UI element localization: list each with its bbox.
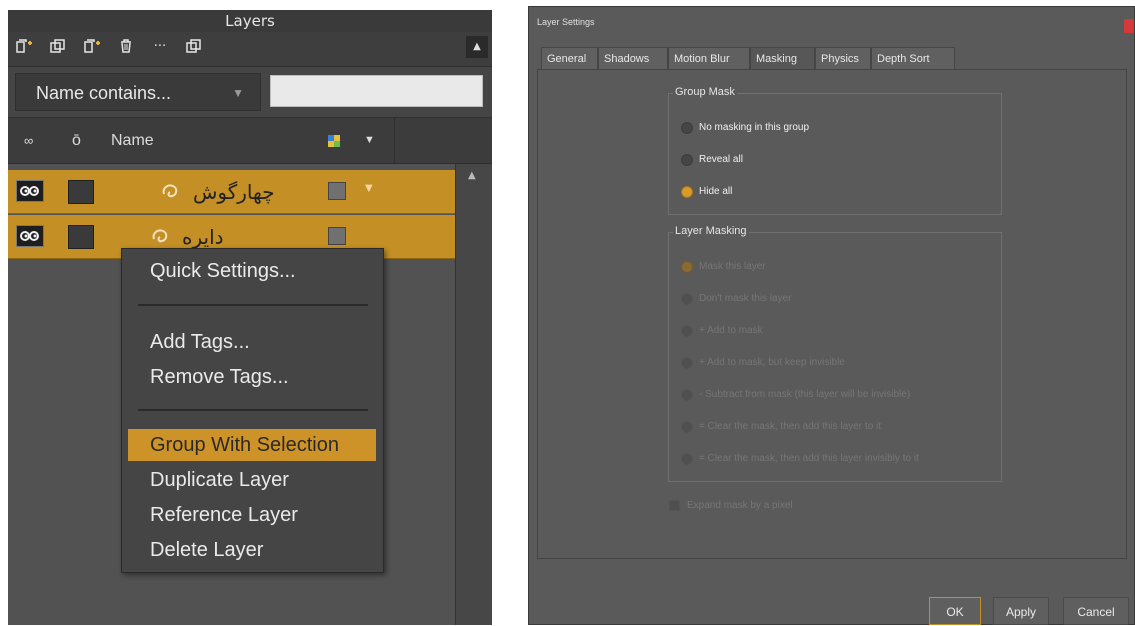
- radio-label: + Add to mask: [699, 325, 763, 336]
- chevron-down-icon: ▼: [232, 86, 244, 100]
- layer-masking-title: Layer Masking: [673, 225, 749, 237]
- chevron-down-icon[interactable]: ▼: [364, 118, 375, 163]
- radio-button[interactable]: [681, 154, 693, 166]
- scrollbar[interactable]: ▲: [455, 164, 492, 625]
- lock-toggle[interactable]: [68, 225, 94, 249]
- more-icon[interactable]: ···: [150, 37, 170, 57]
- radio-label: Reveal all: [699, 154, 743, 165]
- filter-dropdown[interactable]: Name contains... ▼: [15, 73, 261, 111]
- eye-icon[interactable]: [16, 180, 44, 202]
- filter-bar: Name contains... ▼: [8, 67, 492, 118]
- menu-item-group-with-selection[interactable]: Group With Selection: [128, 429, 376, 461]
- radio-button[interactable]: [681, 453, 693, 465]
- layer-color-swatch[interactable]: [328, 227, 346, 245]
- tab-general[interactable]: General: [541, 47, 598, 69]
- radio-label: - Subtract from mask (this layer will be…: [699, 389, 911, 400]
- group-mask-title: Group Mask: [673, 86, 737, 98]
- radio-label: No masking in this group: [699, 122, 810, 133]
- radio-button[interactable]: [681, 357, 693, 369]
- visibility-column-icon[interactable]: ∞: [24, 118, 33, 163]
- lock-toggle[interactable]: [68, 180, 94, 204]
- trash-icon[interactable]: [116, 37, 136, 57]
- expand-mask-label: Expand mask by a pixel: [687, 500, 793, 511]
- context-menu: Quick Settings... Add Tags... Remove Tag…: [121, 248, 384, 573]
- radio-button[interactable]: [681, 389, 693, 401]
- header-divider: [394, 118, 395, 163]
- tab-masking[interactable]: Masking: [750, 47, 815, 69]
- expand-mask-checkbox[interactable]: [669, 500, 680, 511]
- region-layer-icon: [150, 227, 170, 249]
- layer-list-header: ∞ ō Name ▼: [8, 118, 492, 164]
- radio-label: + Add to mask, but keep invisible: [699, 357, 845, 368]
- layer-settings-dialog: Layer Settings General Shadows Motion Bl…: [528, 6, 1135, 625]
- tab-shadows[interactable]: Shadows: [598, 47, 668, 69]
- radio-label: Mask this layer: [699, 261, 766, 272]
- menu-item-duplicate-layer[interactable]: Duplicate Layer: [128, 464, 376, 496]
- new-layer-plus-icon[interactable]: [82, 37, 102, 57]
- menu-separator: [138, 304, 368, 306]
- radio-button[interactable]: [681, 325, 693, 337]
- menu-item-add-tags[interactable]: Add Tags...: [128, 326, 376, 358]
- radio-label: Don't mask this layer: [699, 293, 792, 304]
- dialog-titlebar: Layer Settings: [529, 7, 1134, 39]
- new-layer-icon[interactable]: [14, 37, 34, 57]
- lock-column-icon[interactable]: ō: [72, 118, 81, 163]
- chevron-down-icon[interactable]: ▼: [365, 183, 373, 194]
- radio-button-selected[interactable]: [681, 261, 693, 273]
- close-icon[interactable]: [1124, 19, 1134, 33]
- apply-button[interactable]: Apply: [993, 597, 1049, 625]
- region-layer-icon: [160, 182, 180, 204]
- panel-title: Layers: [8, 10, 492, 32]
- group-mask-groupbox: Group Mask No masking in this group Reve…: [668, 86, 1002, 215]
- name-column-header[interactable]: Name: [111, 118, 154, 163]
- cancel-button[interactable]: Cancel: [1063, 597, 1129, 625]
- filter-input[interactable]: [270, 75, 483, 107]
- menu-item-quick-settings[interactable]: Quick Settings...: [128, 255, 376, 287]
- dialog-title: Layer Settings: [537, 17, 595, 27]
- layer-name: چهارگوش: [193, 180, 275, 204]
- layer-masking-groupbox: Layer Masking Mask this layer Don't mask…: [668, 225, 1002, 482]
- scroll-up-icon[interactable]: ▲: [468, 170, 476, 181]
- menu-item-remove-tags[interactable]: Remove Tags...: [128, 361, 376, 393]
- tab-depth-sort[interactable]: Depth Sort: [871, 47, 955, 69]
- tab-motion-blur[interactable]: Motion Blur: [668, 47, 750, 69]
- color-column-icon[interactable]: [328, 118, 340, 163]
- radio-label: = Clear the mask, then add this layer in…: [699, 453, 919, 464]
- layer-row[interactable]: چهارگوش ▼: [8, 170, 455, 214]
- eye-icon[interactable]: [16, 225, 44, 247]
- menu-separator: [138, 409, 368, 411]
- filter-dropdown-value: Name contains...: [36, 83, 172, 103]
- radio-button[interactable]: [681, 122, 693, 134]
- tab-physics[interactable]: Physics: [815, 47, 871, 69]
- menu-item-delete-layer[interactable]: Delete Layer: [128, 534, 376, 566]
- radio-button[interactable]: [681, 421, 693, 433]
- layer-color-swatch[interactable]: [328, 182, 346, 200]
- new-group-icon[interactable]: [48, 37, 68, 57]
- radio-label: Hide all: [699, 186, 733, 197]
- radio-label: = Clear the mask, then add this layer to…: [699, 421, 882, 432]
- radio-button-selected[interactable]: [681, 186, 693, 198]
- radio-button[interactable]: [681, 293, 693, 305]
- menu-item-reference-layer[interactable]: Reference Layer: [128, 499, 376, 531]
- ok-button[interactable]: OK: [929, 597, 981, 625]
- collapse-up-icon[interactable]: ▲: [466, 36, 488, 58]
- layers-toolbar: ··· ▲: [8, 32, 492, 67]
- duplicate-icon[interactable]: [184, 37, 204, 57]
